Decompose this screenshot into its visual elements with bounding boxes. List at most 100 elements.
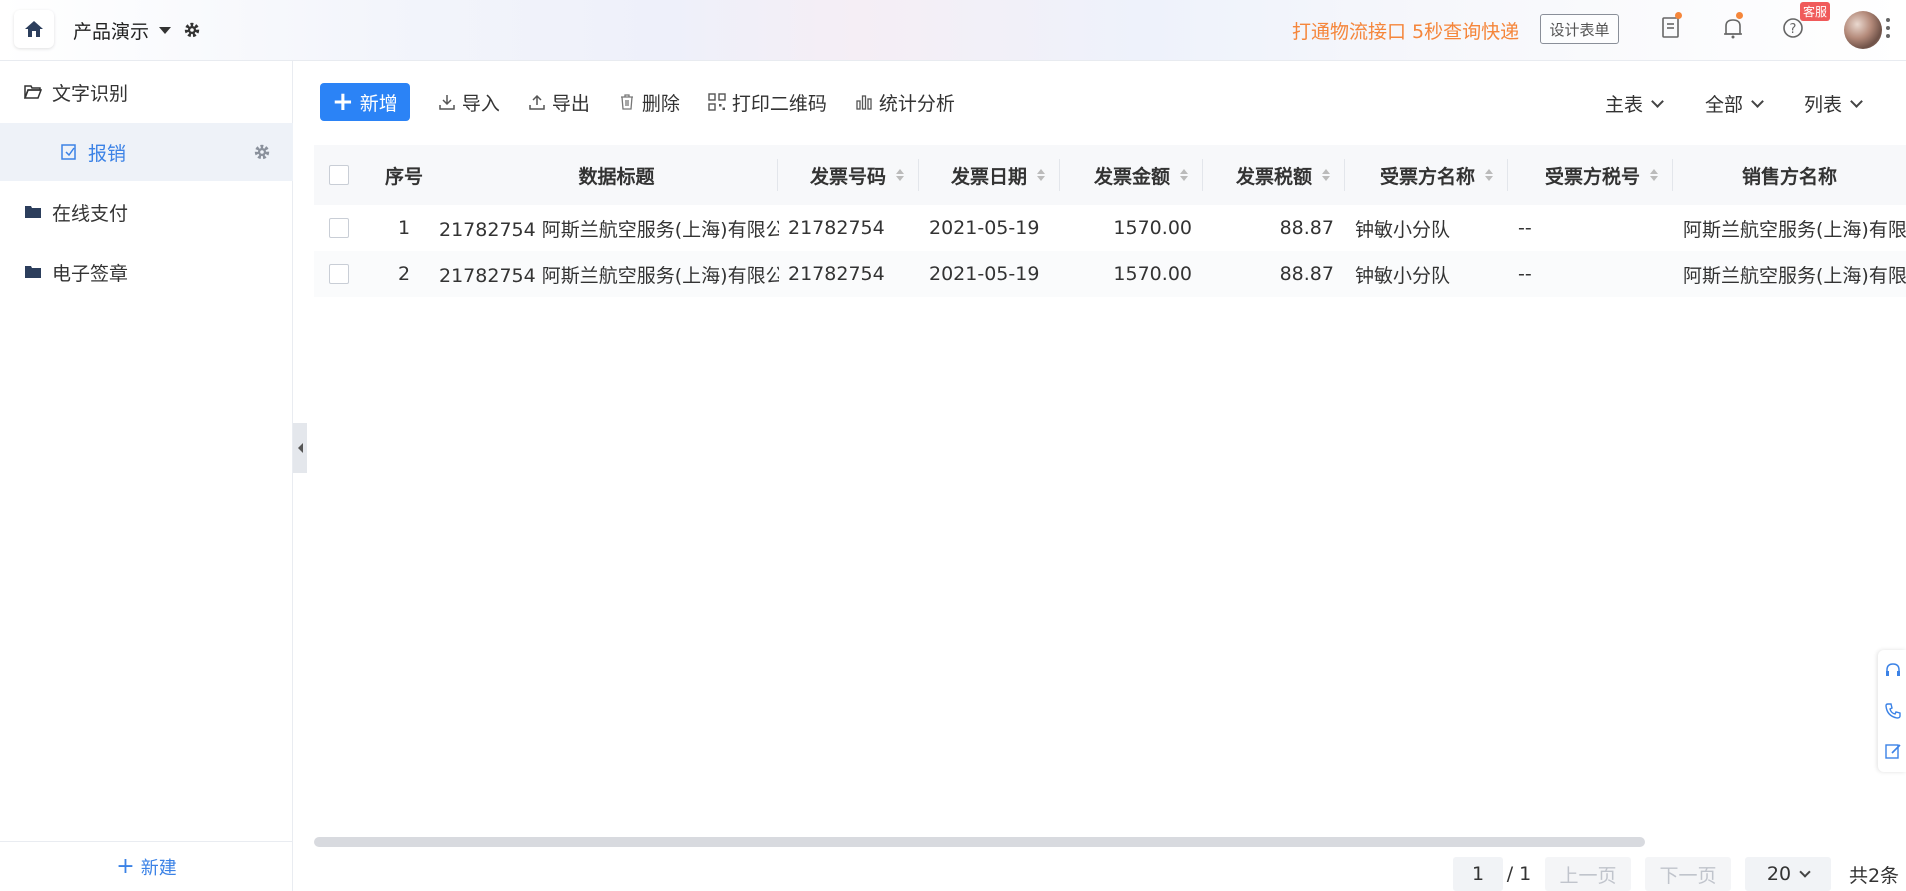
table-header: 序号 数据标题 发票号码 发票日期 发票金额 发票税额 受票方名称 受票方税号 [314, 145, 1906, 205]
cell-seller-name: 阿斯兰航空服务(上海)有限公 [1683, 264, 1906, 287]
top-header: 产品演示 打通物流接口 5秒查询快递 设计表单 ? 客服 [0, 0, 1906, 61]
col-buyer-tax-id[interactable]: 受票方税号 [1508, 145, 1672, 205]
sidebar: 文字识别 报销 在线支付 电子签章 + 新建 [0, 61, 293, 891]
next-page-button[interactable]: 下一页 [1645, 857, 1731, 891]
sidebar-item-text-recognition[interactable]: 文字识别 [0, 65, 293, 119]
sort-icon [1322, 169, 1330, 181]
cell-buyer-name: 钟敏小分队 [1355, 264, 1451, 287]
col-tax-amount[interactable]: 发票税额 [1203, 145, 1344, 205]
folder-open-icon [24, 85, 42, 99]
sort-icon [1037, 169, 1045, 181]
table-row[interactable]: 2 21782754 阿斯兰航空服务(上海)有限公司 21782754 2021… [314, 251, 1906, 297]
add-button[interactable]: + 新增 [320, 83, 410, 121]
more-menu-icon[interactable] [1886, 18, 1892, 42]
main-table-label: 主表 [1605, 94, 1644, 116]
sidebar-collapse-handle[interactable] [293, 423, 307, 473]
stats-button[interactable]: 统计分析 [855, 89, 955, 116]
cell-buyer-tax-id: -- [1518, 217, 1532, 239]
chevron-down-icon [1850, 94, 1863, 108]
cell-tax-amount: 88.87 [1279, 263, 1334, 285]
sidebar-item-label: 报销 [88, 142, 127, 165]
sidebar-new-label: 新建 [140, 857, 177, 879]
cell-invoice-date: 2021-05-19 [929, 263, 1040, 285]
notification-dot [1736, 12, 1743, 19]
gear-icon[interactable] [183, 21, 201, 39]
sidebar-new-button[interactable]: + 新建 [0, 841, 293, 891]
col-index[interactable]: 序号 [374, 145, 434, 205]
data-table: 序号 数据标题 发票号码 发票日期 发票金额 发票税额 受票方名称 受票方税号 [314, 145, 1906, 297]
app-switcher[interactable]: 产品演示 [73, 17, 172, 44]
page-input[interactable]: 1 [1453, 857, 1503, 891]
sidebar-item-reimbursement[interactable]: 报销 [0, 123, 293, 181]
chevron-down-icon [1799, 865, 1811, 878]
page-size-select[interactable]: 20 [1745, 857, 1831, 891]
sidebar-item-online-payment[interactable]: 在线支付 [0, 185, 293, 239]
upload-icon [529, 94, 545, 110]
avatar[interactable] [1844, 11, 1882, 49]
home-icon [25, 21, 43, 37]
sort-icon [1485, 169, 1493, 181]
bell-icon[interactable] [1722, 16, 1744, 40]
view-mode-label: 列表 [1804, 94, 1843, 116]
col-buyer-tax-id-label: 受票方税号 [1544, 165, 1640, 188]
bar-chart-icon [856, 95, 872, 110]
headset-icon[interactable] [1884, 662, 1902, 680]
export-button[interactable]: 导出 [528, 89, 590, 116]
page-size-value: 20 [1766, 863, 1792, 885]
col-buyer-name[interactable]: 受票方名称 [1345, 145, 1507, 205]
home-button[interactable] [14, 10, 54, 48]
sidebar-item-label: 文字识别 [52, 82, 129, 105]
sidebar-item-label: 在线支付 [52, 202, 129, 225]
view-mode-dropdown[interactable]: 列表 [1804, 90, 1863, 117]
download-icon [439, 95, 455, 110]
cell-title-link[interactable]: 21782754 阿斯兰航空服务(上海)有限公司 [439, 205, 779, 251]
print-qr-label: 打印二维码 [731, 92, 827, 115]
delete-button[interactable]: 删除 [618, 89, 680, 116]
cell-title-link[interactable]: 21782754 阿斯兰航空服务(上海)有限公司 [439, 251, 779, 297]
folder-icon [25, 266, 41, 278]
sidebar-item-e-signature[interactable]: 电子签章 [0, 245, 293, 299]
import-label: 导入 [461, 92, 500, 115]
import-button[interactable]: 导入 [438, 89, 500, 116]
design-form-button[interactable]: 设计表单 [1540, 14, 1619, 44]
row-checkbox[interactable] [324, 205, 354, 251]
col-invoice-date[interactable]: 发票日期 [919, 145, 1059, 205]
total-pages: / 1 [1506, 863, 1532, 885]
support-badge[interactable]: 客服 [1800, 2, 1831, 21]
horizontal-scrollbar[interactable] [314, 837, 1645, 847]
sort-icon [1650, 169, 1658, 181]
export-label: 导出 [551, 92, 590, 115]
col-title[interactable]: 数据标题 [434, 145, 799, 205]
cell-seller-name: 阿斯兰航空服务(上海)有限公 [1683, 218, 1906, 241]
col-seller-name[interactable]: 销售方名称 [1673, 145, 1906, 205]
table-row[interactable]: 1 21782754 阿斯兰航空服务(上海)有限公司 21782754 2021… [314, 205, 1906, 251]
chevron-down-icon [1751, 94, 1764, 108]
edit-icon[interactable] [1884, 742, 1902, 760]
cell-tax-amount: 88.87 [1279, 217, 1334, 239]
cell-index: 1 [397, 217, 411, 239]
gear-icon[interactable] [253, 143, 271, 161]
sort-icon [1180, 169, 1188, 181]
promo-link[interactable]: 打通物流接口 5秒查询快递 [1292, 17, 1519, 44]
form-icon [61, 144, 76, 160]
sidebar-item-label: 电子签章 [52, 262, 129, 285]
col-invoice-amount[interactable]: 发票金额 [1060, 145, 1202, 205]
print-qr-button[interactable]: 打印二维码 [708, 89, 827, 116]
filter-all-dropdown[interactable]: 全部 [1705, 90, 1764, 117]
total-count: 共2条 [1848, 864, 1900, 887]
col-invoice-amount-label: 发票金额 [1093, 165, 1170, 188]
phone-icon[interactable] [1884, 702, 1902, 720]
document-icon[interactable] [1660, 16, 1682, 40]
stats-label: 统计分析 [878, 92, 955, 115]
sort-icon [896, 169, 904, 181]
trash-icon [620, 94, 633, 110]
select-all-checkbox[interactable] [324, 145, 354, 205]
prev-page-button[interactable]: 上一页 [1545, 857, 1631, 891]
cell-invoice-number: 21782754 [788, 217, 885, 239]
filter-all-label: 全部 [1705, 94, 1744, 116]
cell-invoice-date: 2021-05-19 [929, 217, 1040, 239]
row-checkbox[interactable] [324, 251, 354, 297]
cell-invoice-amount: 1570.00 [1113, 263, 1192, 285]
main-table-dropdown[interactable]: 主表 [1605, 90, 1664, 117]
col-invoice-number[interactable]: 发票号码 [778, 145, 918, 205]
